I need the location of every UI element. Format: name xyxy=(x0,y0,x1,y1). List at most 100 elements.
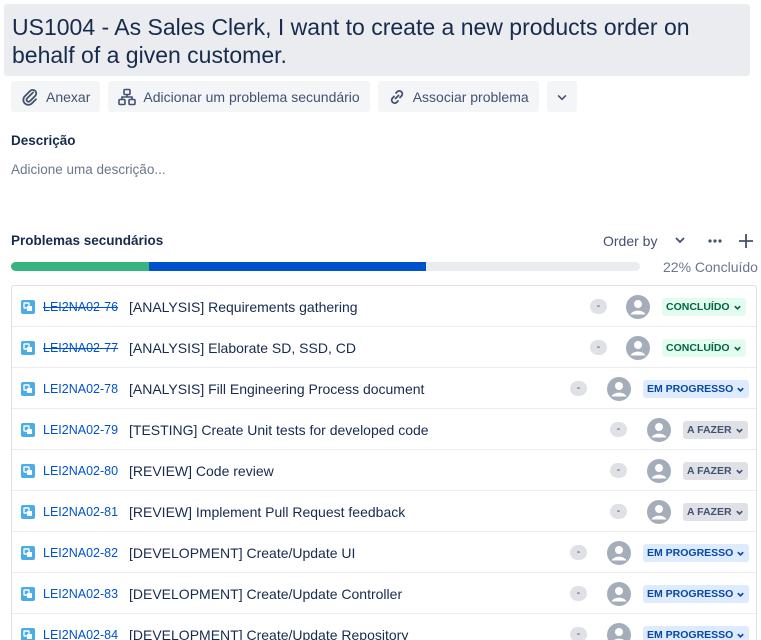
description-field[interactable]: Adicione uma descrição... xyxy=(11,162,166,177)
priority-badge[interactable]: - xyxy=(590,340,607,355)
issue-key-link[interactable]: LEI2NA02-79 xyxy=(43,423,118,437)
unassigned-avatar-icon[interactable] xyxy=(607,582,631,606)
subtask-icon xyxy=(21,300,35,314)
status-dropdown[interactable]: EM PROGRESSO xyxy=(643,626,750,640)
add-child-issue-label: Adicionar um problema secundário xyxy=(143,88,360,105)
child-issues-heading: Problemas secundários xyxy=(11,233,164,248)
more-options-icon[interactable] xyxy=(706,233,724,249)
child-issue-row[interactable]: LEI2NA02-79 [TESTING] Create Unit tests f… xyxy=(12,409,756,450)
issue-title-field[interactable]: US1004 - As Sales Clerk, I want to creat… xyxy=(4,4,750,76)
chevron-down-icon xyxy=(737,592,745,597)
status-dropdown[interactable]: A FAZER xyxy=(683,421,748,439)
unassigned-avatar-icon[interactable] xyxy=(647,500,671,524)
status-dropdown[interactable]: CONCLUÍDO xyxy=(662,339,746,357)
subtask-icon xyxy=(21,382,35,396)
progress-label: 22% Concluído xyxy=(663,259,758,275)
issue-key-link[interactable]: LEI2NA02-76 xyxy=(43,300,118,314)
issue-summary[interactable]: [ANALYSIS] Fill Engineering Process docu… xyxy=(129,381,424,397)
child-issue-row[interactable]: LEI2NA02-82 [DEVELOPMENT] Create/Update U… xyxy=(12,532,756,573)
status-label: CONCLUÍDO xyxy=(666,342,730,354)
more-actions-dropdown[interactable] xyxy=(546,81,577,112)
child-issue-row[interactable]: LEI2NA02-83 [DEVELOPMENT] Create/Update C… xyxy=(12,573,756,614)
priority-badge[interactable]: - xyxy=(570,627,587,640)
child-issue-row[interactable]: LEI2NA02-76 [ANALYSIS] Requirements gathe… xyxy=(12,286,756,327)
progress-in-progress-segment xyxy=(149,262,426,271)
progress-done-segment xyxy=(11,262,149,271)
subtask-icon xyxy=(21,423,35,437)
link-issue-label: Associar problema xyxy=(412,88,529,105)
issue-summary[interactable]: [TESTING] Create Unit tests for develope… xyxy=(129,422,429,438)
hierarchy-icon xyxy=(118,88,137,105)
issue-key-link[interactable]: LEI2NA02-81 xyxy=(43,505,118,519)
subtask-icon xyxy=(21,628,35,640)
subtask-icon xyxy=(21,587,35,601)
attach-button[interactable]: Anexar xyxy=(11,81,101,112)
status-label: EM PROGRESSO xyxy=(647,383,734,395)
chevron-down-icon xyxy=(733,346,741,351)
issue-summary[interactable]: [DEVELOPMENT] Create/Update Repository xyxy=(129,627,408,640)
status-label: EM PROGRESSO xyxy=(647,547,734,559)
priority-badge[interactable]: - xyxy=(610,422,627,437)
issue-summary[interactable]: [DEVELOPMENT] Create/Update UI xyxy=(129,545,355,561)
status-dropdown[interactable]: CONCLUÍDO xyxy=(662,298,746,316)
child-issue-row[interactable]: LEI2NA02-81 [REVIEW] Implement Pull Reque… xyxy=(12,491,756,532)
unassigned-avatar-icon[interactable] xyxy=(626,336,650,360)
priority-badge[interactable]: - xyxy=(590,299,607,314)
status-dropdown[interactable]: A FAZER xyxy=(683,462,748,480)
unassigned-avatar-icon[interactable] xyxy=(607,541,631,565)
issue-summary[interactable]: [REVIEW] Code review xyxy=(129,463,274,479)
issue-key-link[interactable]: LEI2NA02-78 xyxy=(43,382,118,396)
chevron-down-icon xyxy=(557,94,567,100)
status-dropdown[interactable]: EM PROGRESSO xyxy=(643,380,750,398)
issue-toolbar: Anexar Adicionar um problema secundário … xyxy=(11,81,577,112)
issue-key-link[interactable]: LEI2NA02-83 xyxy=(43,587,118,601)
child-issue-row[interactable]: LEI2NA02-80 [REVIEW] Code review - A FAZER xyxy=(12,450,756,491)
add-icon[interactable] xyxy=(737,232,755,250)
issue-key-link[interactable]: LEI2NA02-84 xyxy=(43,628,118,640)
subtask-icon xyxy=(21,546,35,560)
add-child-issue-button[interactable]: Adicionar um problema secundário xyxy=(108,81,370,112)
status-label: CONCLUÍDO xyxy=(666,301,730,313)
unassigned-avatar-icon[interactable] xyxy=(647,459,671,483)
issue-key-link[interactable]: LEI2NA02-82 xyxy=(43,546,118,560)
priority-badge[interactable]: - xyxy=(610,504,627,519)
chevron-down-icon[interactable] xyxy=(673,233,687,247)
order-by-button[interactable]: Order by xyxy=(603,233,657,249)
priority-badge[interactable]: - xyxy=(570,545,587,560)
child-issue-row[interactable]: LEI2NA02-77 [ANALYSIS] Elaborate SD, SSD,… xyxy=(12,327,756,368)
chevron-down-icon xyxy=(737,387,745,392)
status-dropdown[interactable]: EM PROGRESSO xyxy=(643,585,750,603)
child-issue-row[interactable]: LEI2NA02-84 [DEVELOPMENT] Create/Update R… xyxy=(12,614,756,640)
unassigned-avatar-icon[interactable] xyxy=(607,377,631,401)
status-dropdown[interactable]: A FAZER xyxy=(683,503,748,521)
priority-badge[interactable]: - xyxy=(610,463,627,478)
status-label: A FAZER xyxy=(687,506,732,518)
unassigned-avatar-icon[interactable] xyxy=(626,295,650,319)
child-issue-row[interactable]: LEI2NA02-78 [ANALYSIS] Fill Engineering P… xyxy=(12,368,756,409)
paperclip-icon xyxy=(22,88,38,106)
status-label: EM PROGRESSO xyxy=(647,588,734,600)
issue-summary[interactable]: [ANALYSIS] Requirements gathering xyxy=(129,299,358,315)
issue-key-link[interactable]: LEI2NA02-80 xyxy=(43,464,118,478)
status-label: A FAZER xyxy=(687,465,732,477)
priority-badge[interactable]: - xyxy=(570,586,587,601)
chevron-down-icon xyxy=(735,510,743,515)
status-dropdown[interactable]: EM PROGRESSO xyxy=(643,544,750,562)
status-label: A FAZER xyxy=(687,424,732,436)
unassigned-avatar-icon[interactable] xyxy=(647,418,671,442)
subtask-icon xyxy=(21,505,35,519)
chevron-down-icon xyxy=(737,633,745,638)
issue-key-link[interactable]: LEI2NA02-77 xyxy=(43,341,118,355)
chevron-down-icon xyxy=(735,469,743,474)
issue-summary[interactable]: [DEVELOPMENT] Create/Update Controller xyxy=(129,586,402,602)
priority-badge[interactable]: - xyxy=(570,381,587,396)
link-issue-button[interactable]: Associar problema xyxy=(377,81,539,112)
issue-summary[interactable]: [ANALYSIS] Elaborate SD, SSD, CD xyxy=(129,340,356,356)
chevron-down-icon xyxy=(735,428,743,433)
status-label: EM PROGRESSO xyxy=(647,629,734,640)
issue-summary[interactable]: [REVIEW] Implement Pull Request feedback xyxy=(129,504,405,520)
unassigned-avatar-icon[interactable] xyxy=(607,623,631,640)
issue-title: US1004 - As Sales Clerk, I want to creat… xyxy=(12,14,690,68)
subtask-icon xyxy=(21,341,35,355)
subtask-icon xyxy=(21,464,35,478)
